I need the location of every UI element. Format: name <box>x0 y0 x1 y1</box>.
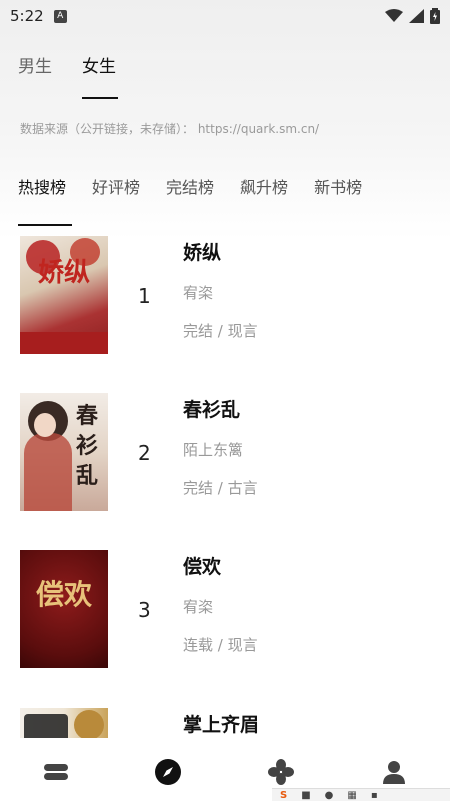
book-item[interactable]: 娇纵 1 娇纵 宥栥 完结 / 现言 <box>0 236 450 356</box>
battery-icon <box>430 8 440 24</box>
ime-toolbar: S ■ ● ▦ ▪ <box>272 788 450 801</box>
book-status-genre: 完结 / 古言 <box>183 479 258 497</box>
status-time: 5:22 <box>10 7 44 25</box>
categories-icon[interactable] <box>267 758 295 786</box>
tab-male[interactable]: 男生 <box>18 52 52 87</box>
tab-completed[interactable]: 完结榜 <box>166 174 214 198</box>
cover-title: 娇纵 <box>37 258 90 288</box>
ime-chinese-icon: ■ <box>301 789 311 801</box>
signal-icon <box>409 9 424 23</box>
book-title: 掌上齐眉 <box>183 714 260 736</box>
wifi-icon <box>385 9 403 22</box>
status-icons <box>385 8 440 24</box>
tab-top-rated[interactable]: 好评榜 <box>92 174 140 198</box>
status-bar: 5:22 A <box>0 0 450 32</box>
book-cover[interactable] <box>20 708 108 738</box>
bookshelf-icon[interactable] <box>42 758 70 786</box>
notification-icon: A <box>53 9 67 23</box>
book-author: 宥栥 <box>183 598 214 616</box>
book-status-genre: 完结 / 现言 <box>183 322 258 340</box>
gender-tabs: 男生 女生 <box>18 52 118 99</box>
ranking-tabs: 热搜榜 好评榜 完结榜 飙升榜 新书榜 <box>18 174 362 226</box>
book-title: 春衫乱 <box>183 399 241 421</box>
ime-keyboard-icon: ▦ <box>347 789 357 801</box>
cover-title: 春衫乱 <box>75 403 98 489</box>
book-list: 娇纵 1 娇纵 宥栥 完结 / 现言 春衫乱 2 春衫乱 陌上东篱 完结 / 古… <box>0 236 450 738</box>
tab-new-books[interactable]: 新书榜 <box>314 174 362 198</box>
ime-logo-icon: S <box>280 789 288 801</box>
book-cover[interactable]: 偿欢 <box>20 550 108 668</box>
book-title: 偿欢 <box>183 556 222 578</box>
cover-title: 偿欢 <box>35 578 92 611</box>
book-item[interactable]: 4 掌上齐眉 <box>0 708 450 738</box>
book-cover[interactable]: 春衫乱 <box>20 393 108 511</box>
book-item[interactable]: 春衫乱 2 春衫乱 陌上东篱 完结 / 古言 <box>0 393 450 513</box>
data-source-note: 数据来源（公开链接，未存储）： https://quark.sm.cn/ <box>20 122 320 136</box>
book-author: 陌上东篱 <box>183 441 244 459</box>
ime-grid-icon: ▪ <box>370 789 378 801</box>
discover-compass-icon[interactable] <box>154 758 182 786</box>
book-author: 宥栥 <box>183 284 214 302</box>
rank-number: 3 <box>138 598 151 622</box>
tab-female[interactable]: 女生 <box>82 52 118 99</box>
rank-number: 1 <box>138 284 151 308</box>
tab-rising[interactable]: 飙升榜 <box>240 174 288 198</box>
rank-number: 2 <box>138 441 151 465</box>
tab-hot-search[interactable]: 热搜榜 <box>18 174 73 226</box>
ime-mic-icon: ● <box>324 789 334 801</box>
book-title: 娇纵 <box>183 242 222 264</box>
book-status-genre: 连载 / 现言 <box>183 636 258 654</box>
profile-icon[interactable] <box>380 758 408 786</box>
book-item[interactable]: 偿欢 3 偿欢 宥栥 连载 / 现言 <box>0 550 450 670</box>
book-cover[interactable]: 娇纵 <box>20 236 108 354</box>
